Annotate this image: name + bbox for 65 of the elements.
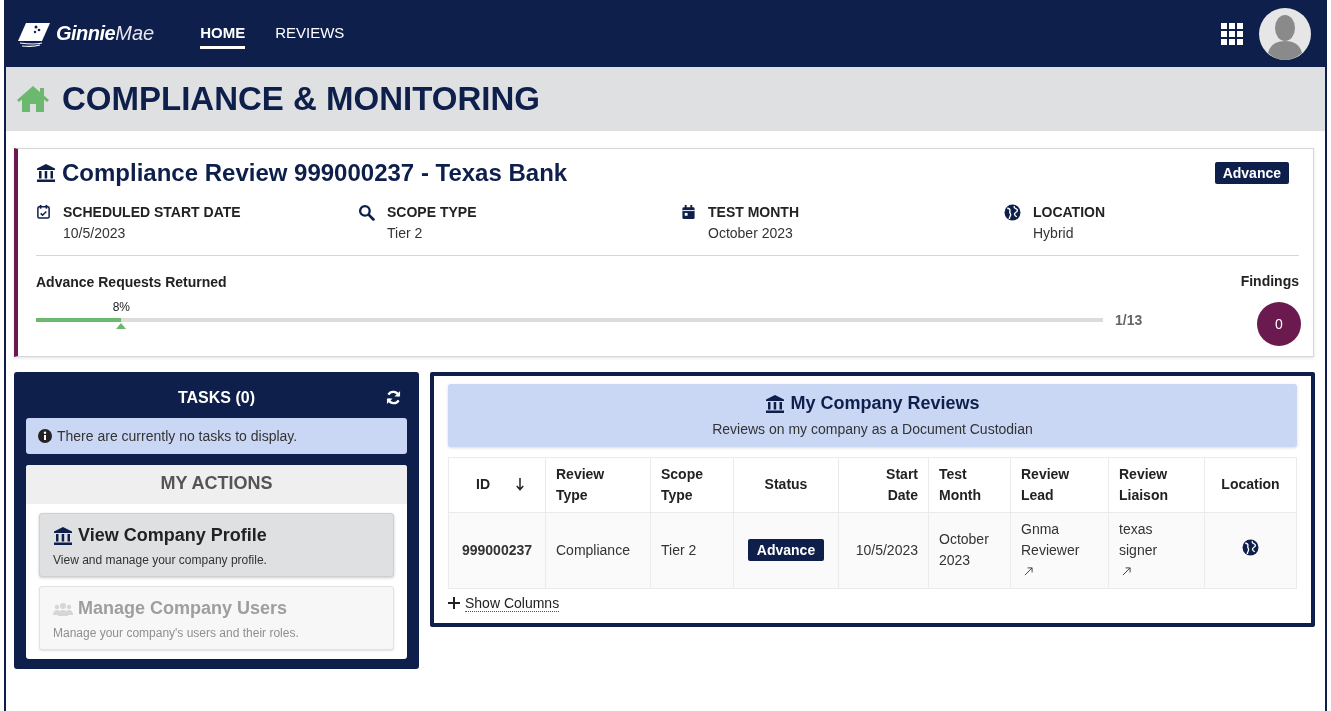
findings-count: 0	[1257, 302, 1301, 346]
field-label: SCOPE TYPE	[387, 204, 477, 220]
progress-percent: 8%	[112, 300, 131, 314]
globe-icon	[1004, 204, 1021, 221]
field-label: TEST MONTH	[708, 204, 799, 220]
review-title: Compliance Review 999000237 - Texas Bank	[62, 159, 568, 187]
column-header[interactable]: Review Lead	[1010, 457, 1109, 512]
action-description: View and manage your company profile.	[53, 553, 268, 567]
refresh-icon[interactable]	[386, 390, 401, 405]
status-badge: Advance	[747, 538, 825, 561]
action-title: View Company Profile	[78, 525, 267, 546]
column-header[interactable]: Review Type	[545, 457, 651, 512]
external-link-icon	[1122, 566, 1131, 576]
plus-icon	[448, 597, 460, 609]
table-cell: Tier 2	[650, 512, 734, 588]
calendar-check-icon	[36, 204, 51, 219]
show-columns-link[interactable]: Show Columns	[465, 594, 560, 612]
actions-title: MY ACTIONS	[26, 465, 407, 504]
nav-tab[interactable]: HOME	[200, 18, 246, 49]
globe-icon	[1242, 538, 1259, 556]
table-cell: October 2023	[928, 512, 1011, 588]
sort-arrow-icon	[516, 478, 524, 491]
external-link-icon	[1024, 566, 1033, 576]
action-card[interactable]: View Company Profile View and manage your company profile.	[39, 513, 394, 577]
field-value: Hybrid	[1033, 225, 1075, 241]
field-label: LOCATION	[1033, 204, 1106, 220]
progress-marker	[116, 323, 127, 329]
logo-text: GinnieMae	[56, 22, 155, 45]
status-badge: Advance	[1214, 162, 1289, 184]
calendar-icon	[681, 204, 696, 220]
table-cell: 10/5/2023	[838, 512, 929, 588]
column-label: ID	[476, 475, 490, 494]
page-title: COMPLIANCE & MONITORING	[62, 80, 540, 118]
info-icon	[38, 429, 52, 443]
bank-icon	[36, 163, 56, 183]
panel-title: My Company Reviews	[790, 393, 980, 414]
table-cell: 999000237	[448, 512, 546, 588]
nav-tab[interactable]: REVIEWS	[275, 18, 345, 49]
field-value: 10/5/2023	[63, 225, 127, 241]
column-header[interactable]: ID	[448, 457, 546, 512]
home-icon	[16, 85, 50, 113]
search-icon	[358, 204, 375, 221]
avatar-icon[interactable]	[1259, 7, 1311, 60]
action-title: Manage Company Users	[78, 598, 288, 619]
table-cell: Compliance	[545, 512, 651, 588]
findings-label: Findings	[1240, 273, 1299, 289]
field-value: Tier 2	[387, 225, 424, 241]
column-header[interactable]: Review Liaison	[1108, 457, 1205, 512]
users-icon	[53, 601, 73, 616]
column-header[interactable]: Start Date	[838, 457, 929, 512]
bank-icon	[765, 393, 786, 414]
action-description: Manage your company's users and their roles.	[53, 626, 300, 640]
column-header[interactable]: Scope Type	[650, 457, 734, 512]
column-header[interactable]: Location	[1204, 457, 1297, 512]
field-label: SCHEDULED START DATE	[63, 204, 241, 220]
info-message: There are currently no tasks to display.	[57, 428, 298, 444]
bank-icon	[53, 525, 73, 546]
apps-grid-icon[interactable]	[1221, 22, 1243, 45]
field-value: October 2023	[708, 225, 794, 241]
progress-label: Advance Requests Returned	[36, 274, 227, 290]
progress-count: 1/13	[1115, 312, 1143, 328]
column-header[interactable]: Status	[733, 457, 839, 512]
tasks-title: TASKS (0)	[177, 389, 255, 407]
panel-subtitle: Reviews on my company as a Document Custodian	[711, 420, 1034, 437]
column-header[interactable]: Test Month	[928, 457, 1011, 512]
